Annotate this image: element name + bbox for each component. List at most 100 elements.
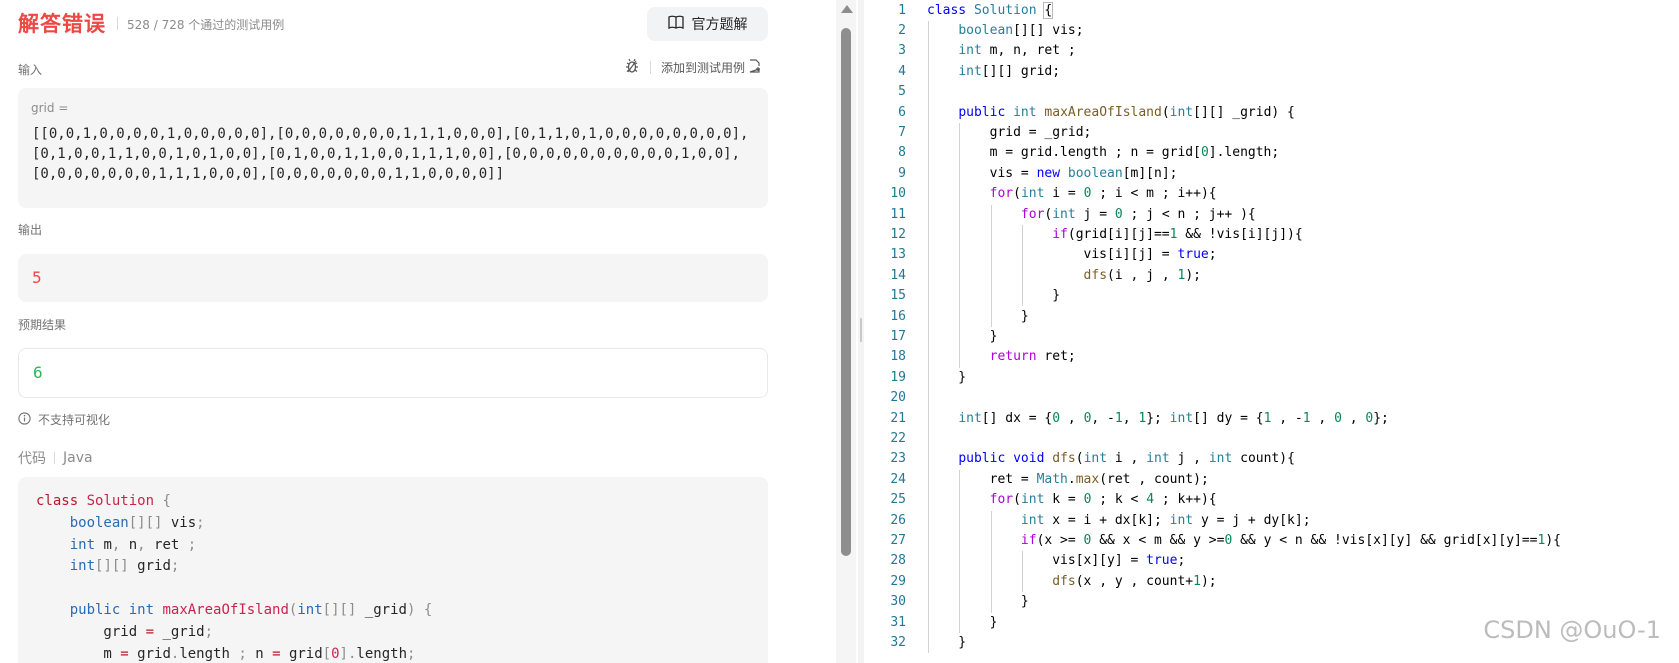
watermark: CSDN @OuO-1 xyxy=(1483,616,1661,644)
editor-line[interactable]: 3 int m, n, ret ; xyxy=(866,41,1679,61)
editor-line[interactable]: 24 ret = Math.max(ret , count); xyxy=(866,470,1679,490)
debug-icon[interactable] xyxy=(624,58,640,77)
indent-guide xyxy=(959,122,961,368)
line-number: 19 xyxy=(890,369,906,385)
line-number: 31 xyxy=(890,614,906,630)
editor-line[interactable]: 9 vis = new boolean[m][n]; xyxy=(866,164,1679,184)
editor-line[interactable]: 18 return ret; xyxy=(866,347,1679,367)
editor-line[interactable]: 22 xyxy=(866,429,1679,449)
passed-count: 528 / 728 个通过的测试用例 xyxy=(127,18,285,32)
code-text[interactable]: grid = _grid; xyxy=(927,123,1092,143)
editor-line[interactable]: 30 } xyxy=(866,592,1679,612)
editor-line[interactable]: 27 if(x >= 0 && x < m && y >=0 && y < n … xyxy=(866,531,1679,551)
editor-line[interactable]: 13 vis[i][j] = true; xyxy=(866,245,1679,265)
line-number: 20 xyxy=(890,390,906,406)
code-text[interactable]: int[] dx = {0 , 0, -1, 1}; int[] dy = {1… xyxy=(927,409,1389,429)
editor-line[interactable]: 7 grid = _grid; xyxy=(866,123,1679,143)
code-text[interactable]: int[][] grid; xyxy=(927,62,1060,82)
result-panel: 解答错误 528 / 728 个通过的测试用例 官方题解 输入 添加到测试用例 … xyxy=(0,0,775,663)
code-preview-line: public int maxAreaOfIsland(int[][] _grid… xyxy=(69,601,433,618)
code-token: maxAreaOfIsland xyxy=(162,601,289,618)
editor-line[interactable]: 29 dfs(x , y , count+1); xyxy=(866,572,1679,592)
editor-line[interactable]: 8 m = grid.length ; n = grid[0].length; xyxy=(866,143,1679,163)
code-text[interactable]: if(x >= 0 && x < m && y >=0 && y < n && … xyxy=(927,531,1561,551)
input-var-name: grid = xyxy=(31,101,69,115)
editor-line[interactable]: 25 for(int k = 0 ; k < 4 ; k++){ xyxy=(866,490,1679,510)
output-box: 5 xyxy=(18,254,768,302)
left-panel-scrollbar[interactable] xyxy=(836,0,856,663)
code-text[interactable]: vis = new boolean[m][n]; xyxy=(927,164,1178,184)
code-text[interactable]: } xyxy=(927,327,998,347)
code-text[interactable]: } xyxy=(927,613,998,633)
code-text[interactable]: for(int j = 0 ; j < n ; j++ ){ xyxy=(927,205,1256,225)
editor-line[interactable]: 28 vis[x][y] = true; xyxy=(866,551,1679,571)
code-text[interactable]: } xyxy=(927,286,1060,306)
editor-line[interactable]: 10 for(int i = 0 ; i < m ; i++){ xyxy=(866,184,1679,204)
code-text[interactable]: } xyxy=(927,307,1029,327)
scroll-up-arrow-icon[interactable] xyxy=(841,5,853,13)
code-text[interactable]: } xyxy=(927,633,966,653)
code-token: ; xyxy=(187,536,197,553)
visualization-note-text: 不支持可视化 xyxy=(38,413,111,427)
line-number: 6 xyxy=(898,104,906,120)
editor-line[interactable]: 14 dfs(i , j , 1); xyxy=(866,266,1679,286)
code-text[interactable]: for(int i = 0 ; i < m ; i++){ xyxy=(927,184,1217,204)
editor-line[interactable]: 5 xyxy=(866,82,1679,102)
panel-splitter[interactable] xyxy=(858,0,864,663)
code-text[interactable]: int m, n, ret ; xyxy=(927,41,1075,61)
code-text[interactable]: dfs(i , j , 1); xyxy=(927,266,1201,286)
editor-line[interactable]: 26 int x = i + dx[k]; int y = j + dy[k]; xyxy=(866,511,1679,531)
code-text[interactable]: public int maxAreaOfIsland(int[][] _grid… xyxy=(927,103,1295,123)
input-box: grid = [[0,0,1,0,0,0,0,1,0,0,0,0,0],[0,0… xyxy=(18,88,768,208)
line-number: 3 xyxy=(898,43,906,59)
code-preview-line: grid = _grid; xyxy=(36,623,214,640)
code-text[interactable]: ret = Math.max(ret , count); xyxy=(927,470,1209,490)
editor-line[interactable]: 23 public void dfs(int i , int j , int c… xyxy=(866,449,1679,469)
line-number: 22 xyxy=(890,430,906,446)
code-label: 代码 xyxy=(18,451,46,467)
code-editor[interactable]: 1 class Solution {2 boolean[][] vis; 3 int… xyxy=(866,0,1679,663)
editor-line[interactable]: 16 } xyxy=(866,307,1679,327)
code-text[interactable]: dfs(x , y , count+1); xyxy=(927,572,1216,592)
code-text[interactable]: vis[x][y] = true; xyxy=(927,551,1185,571)
add-to-testcase-button[interactable]: 添加到测试用例 xyxy=(661,59,761,76)
code-text[interactable]: class Solution { xyxy=(927,1,1054,21)
editor-line[interactable]: 6 public int maxAreaOfIsland(int[][] _gr… xyxy=(866,103,1679,123)
editor-line[interactable]: 20 xyxy=(866,388,1679,408)
code-token: class xyxy=(36,493,79,509)
official-solution-button[interactable]: 官方题解 xyxy=(647,7,768,41)
code-text[interactable]: public void dfs(int i , int j , int coun… xyxy=(927,449,1295,469)
editor-line[interactable]: 17 } xyxy=(866,327,1679,347)
code-text[interactable]: int x = i + dx[k]; int y = j + dy[k]; xyxy=(927,511,1311,531)
editor-line[interactable]: 2 boolean[][] vis; xyxy=(866,21,1679,41)
code-text[interactable]: for(int k = 0 ; k < 4 ; k++){ xyxy=(927,490,1217,510)
code-text[interactable]: } xyxy=(927,368,966,388)
editor-line[interactable]: 15 } xyxy=(866,286,1679,306)
indent-guide xyxy=(928,20,929,654)
code-text[interactable]: m = grid.length ; n = grid[0].length; xyxy=(927,143,1280,163)
line-number: 5 xyxy=(898,84,906,100)
splitter-grip[interactable] xyxy=(860,318,862,342)
code-text[interactable]: vis[i][j] = true; xyxy=(927,245,1217,265)
editor-line[interactable]: 1 class Solution { xyxy=(866,1,1679,21)
editor-line[interactable]: 11 for(int j = 0 ; j < n ; j++ ){ xyxy=(866,205,1679,225)
code-token: public xyxy=(69,601,121,618)
code-token: [ xyxy=(322,645,332,662)
expected-value: 6 xyxy=(33,363,43,382)
expected-label: 预期结果 xyxy=(18,318,67,332)
editor-line[interactable]: 4 int[][] grid; xyxy=(866,62,1679,82)
code-text[interactable]: boolean[][] vis; xyxy=(927,21,1083,41)
code-token: int xyxy=(128,601,155,618)
scrollbar-thumb[interactable] xyxy=(841,28,851,556)
indent-guide xyxy=(1021,551,1023,593)
editor-line[interactable]: 21 int[] dx = {0 , 0, -1, 1}; int[] dy =… xyxy=(866,409,1679,429)
line-number: 17 xyxy=(890,328,906,344)
code-text[interactable]: } xyxy=(927,592,1029,612)
editor-line[interactable]: 19 } xyxy=(866,368,1679,388)
code-text[interactable]: if(grid[i][j]==1 && !vis[i][j]){ xyxy=(927,225,1302,245)
code-token: ; xyxy=(204,623,214,640)
editor-line[interactable]: 12 if(grid[i][j]==1 && !vis[i][j]){ xyxy=(866,225,1679,245)
code-header: 代码 Java xyxy=(18,448,93,468)
input-value: [[0,0,1,0,0,0,0,1,0,0,0,0,0],[0,0,0,0,0,… xyxy=(32,126,749,182)
code-text[interactable]: return ret; xyxy=(927,347,1076,367)
